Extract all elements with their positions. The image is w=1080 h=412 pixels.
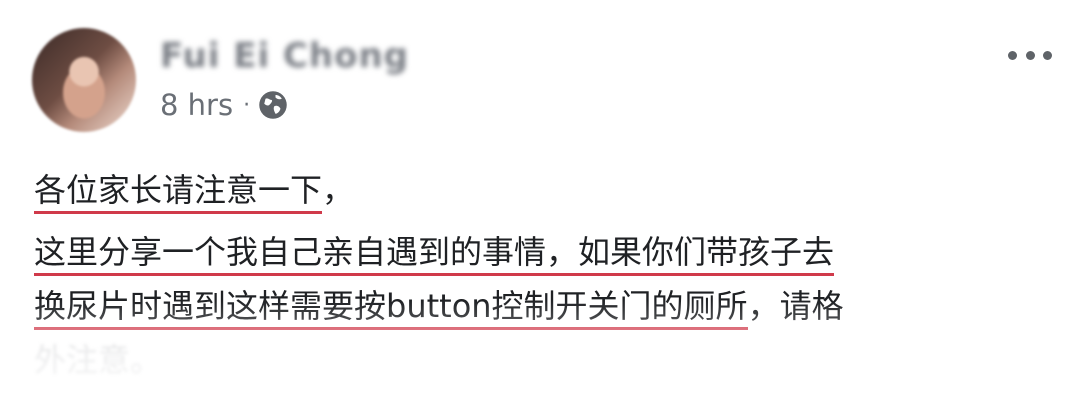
underlined-text: 各位家长请注意一下	[34, 171, 323, 214]
more-options-icon	[1008, 50, 1017, 60]
avatar[interactable]	[32, 28, 136, 132]
post-header: Fui Ei Chong 8 hrs ·	[32, 28, 1052, 138]
globe-icon[interactable]	[258, 90, 288, 120]
post-text-line: 外注意。	[34, 340, 162, 380]
post-text-line: 各位家长请注意一下，	[34, 170, 355, 214]
underlined-text: 换尿片时遇到这样需要按button控制开关门的厕所	[34, 287, 748, 330]
author-name[interactable]: Fui Ei Chong	[160, 36, 409, 76]
post-time[interactable]: 8 hrs	[160, 88, 233, 122]
more-options-button[interactable]	[1008, 40, 1052, 70]
plain-text: 外注意。	[34, 341, 163, 379]
post-meta: 8 hrs ·	[160, 88, 288, 122]
post-text-line: 这里分享一个我自己亲自遇到的事情，如果你们带孩子去	[34, 232, 835, 276]
post-text-line: 换尿片时遇到这样需要按button控制开关门的厕所，请格	[34, 286, 844, 330]
plain-text: ，	[322, 171, 355, 209]
meta-separator: ·	[243, 92, 251, 118]
plain-text: ，请格	[747, 287, 844, 325]
underlined-text: 这里分享一个我自己亲自遇到的事情，如果你们带孩子去	[34, 233, 835, 276]
